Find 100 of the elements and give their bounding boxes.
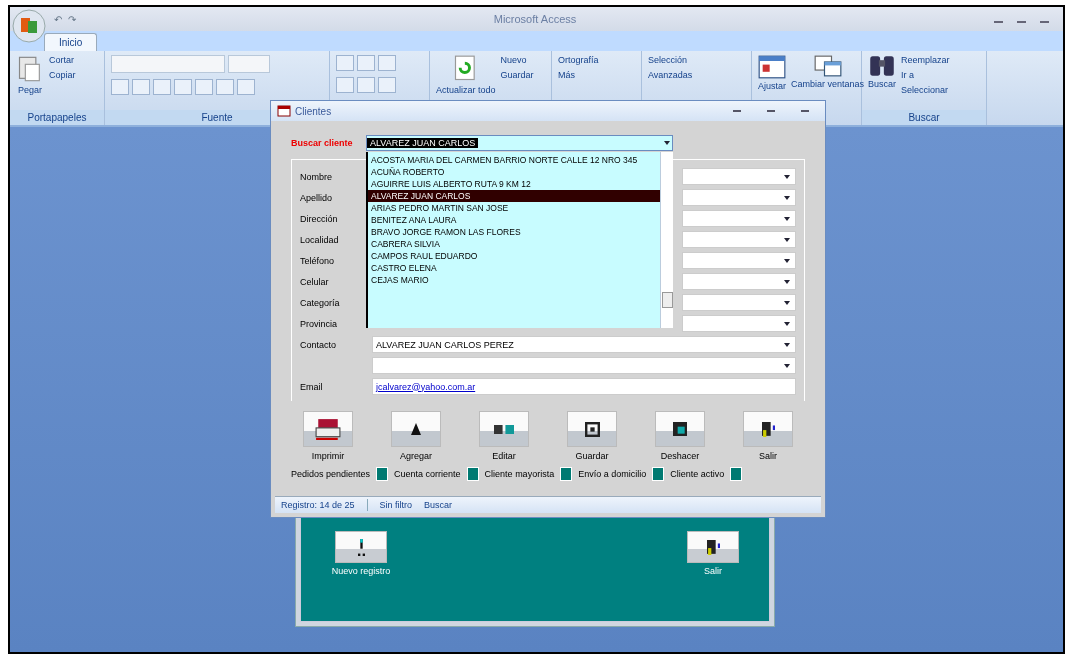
- font-size-field[interactable]: [228, 55, 270, 73]
- format-button[interactable]: [153, 79, 171, 95]
- format-button[interactable]: [237, 79, 255, 95]
- button-label: Deshacer: [660, 451, 700, 461]
- search-combo[interactable]: ALVAREZ JUAN CARLOS: [366, 135, 673, 151]
- list-item[interactable]: ACUÑA ROBERTO: [368, 166, 660, 178]
- ribbon-button[interactable]: Copiar: [49, 70, 76, 80]
- ribbon-button[interactable]: Ir a: [901, 70, 950, 80]
- align-button[interactable]: [336, 55, 354, 71]
- input-field[interactable]: [682, 252, 796, 269]
- align-button[interactable]: [336, 77, 354, 93]
- dropdown-arrow-icon[interactable]: [784, 321, 790, 326]
- form-button[interactable]: [479, 411, 529, 447]
- align-button[interactable]: [378, 77, 396, 93]
- dropdown-arrow-icon[interactable]: [784, 258, 790, 263]
- format-button[interactable]: [216, 79, 234, 95]
- ribbon-button[interactable]: Reemplazar: [901, 55, 950, 65]
- list-item[interactable]: CAMPOS RAUL EDUARDO: [368, 250, 660, 262]
- ribbon-button[interactable]: Ortografía: [558, 55, 599, 65]
- ribbon-tab[interactable]: Inicio: [44, 33, 98, 51]
- list-item[interactable]: BRAVO JORGE RAMON LAS FLORES: [368, 226, 660, 238]
- field-label: Localidad: [300, 234, 340, 245]
- ribbon-button[interactable]: Actualizar todo: [436, 85, 496, 95]
- dropdown-arrow-icon[interactable]: [664, 141, 670, 145]
- combo-field[interactable]: ALVAREZ JUAN CARLOS PEREZ: [372, 336, 796, 353]
- checkbox[interactable]: [730, 467, 743, 481]
- format-button[interactable]: [111, 79, 129, 95]
- input-field[interactable]: [682, 189, 796, 206]
- format-button[interactable]: [132, 79, 150, 95]
- dropdown-arrow-icon[interactable]: [784, 174, 790, 179]
- form-button[interactable]: [687, 531, 739, 563]
- group-label: Portapapeles: [10, 110, 104, 125]
- form-icon: [277, 105, 291, 117]
- record-navigator[interactable]: Registro: 14 de 25: [281, 500, 355, 510]
- list-item[interactable]: CASTRO ELENA: [368, 262, 660, 274]
- toolbar-button[interactable]: ↶: [54, 13, 62, 25]
- search-box[interactable]: Buscar: [424, 500, 453, 510]
- combo-field[interactable]: [372, 357, 796, 374]
- ribbon-button[interactable]: Avanzadas: [648, 70, 693, 80]
- checkbox-label: Cuenta corriente: [394, 469, 461, 479]
- format-button[interactable]: [174, 79, 192, 95]
- ribbon-button[interactable]: Pegar: [18, 85, 42, 95]
- group-label: Buscar: [862, 110, 986, 125]
- checkbox[interactable]: [466, 467, 479, 481]
- ribbon-button[interactable]: Selección: [648, 55, 693, 65]
- button-label: Agregar: [400, 451, 432, 461]
- dropdown-arrow-icon[interactable]: [784, 363, 790, 368]
- form-button[interactable]: [567, 411, 617, 447]
- checkbox-label: Pedidos pendientes: [291, 469, 371, 479]
- input-field[interactable]: [682, 231, 796, 248]
- list-item[interactable]: ACOSTA MARIA DEL CARMEN BARRIO NORTE CALLE 12 NRO 345: [368, 154, 660, 166]
- list-item[interactable]: AGUIRRE LUIS ALBERTO RUTA 9 KM 12: [368, 178, 660, 190]
- dropdown-arrow-icon[interactable]: [784, 216, 790, 221]
- ribbon-button[interactable]: Cambiar ventanas: [791, 79, 865, 89]
- form-button[interactable]: [743, 411, 793, 447]
- input-field[interactable]: [682, 210, 796, 227]
- dropdown-list[interactable]: [366, 152, 673, 328]
- dropdown-arrow-icon[interactable]: [784, 279, 790, 284]
- form-button[interactable]: [655, 411, 705, 447]
- input-field[interactable]: [682, 315, 796, 332]
- font-field[interactable]: [111, 55, 225, 73]
- dropdown-arrow-icon[interactable]: [784, 237, 790, 242]
- email-link[interactable]: jcalvarez@yahoo.com.ar: [376, 381, 476, 392]
- list-item[interactable]: ALVAREZ JUAN CARLOS: [368, 190, 660, 202]
- checkbox[interactable]: [560, 467, 573, 481]
- scrollbar-thumb[interactable]: [662, 292, 673, 308]
- button-label: Nuevo registro: [331, 566, 391, 576]
- input-field[interactable]: [682, 273, 796, 290]
- align-button[interactable]: [378, 55, 396, 71]
- form-icon: [758, 55, 786, 79]
- input-field[interactable]: [682, 294, 796, 311]
- form-button[interactable]: [303, 411, 353, 447]
- input-field[interactable]: jcalvarez@yahoo.com.ar: [372, 378, 796, 395]
- minimize-button[interactable]: [994, 21, 1003, 23]
- checkbox[interactable]: [652, 467, 665, 481]
- align-button[interactable]: [357, 55, 375, 71]
- button-label: Imprimir: [311, 451, 345, 461]
- ribbon-button[interactable]: Más: [558, 70, 599, 80]
- dropdown-arrow-icon[interactable]: [784, 342, 790, 347]
- ribbon-button[interactable]: Ajustar: [758, 81, 786, 91]
- list-item[interactable]: CABRERA SILVIA: [368, 238, 660, 250]
- form-button[interactable]: [391, 411, 441, 447]
- minimize-button[interactable]: [733, 110, 741, 112]
- ribbon-button[interactable]: Cortar: [49, 55, 76, 65]
- dropdown-arrow-icon[interactable]: [784, 300, 790, 305]
- dropdown-arrow-icon[interactable]: [784, 195, 790, 200]
- list-item[interactable]: CEJAS MARIO: [368, 274, 660, 286]
- ribbon-button[interactable]: Seleccionar: [901, 85, 950, 95]
- list-item[interactable]: BENITEZ ANA LAURA: [368, 214, 660, 226]
- ribbon-button[interactable]: Buscar: [868, 79, 896, 89]
- binoculars-icon: [869, 55, 895, 77]
- list-item[interactable]: ARIAS PEDRO MARTIN SAN JOSE: [368, 202, 660, 214]
- ribbon-button[interactable]: Nuevo: [500, 55, 534, 65]
- align-button[interactable]: [357, 77, 375, 93]
- toolbar-button[interactable]: ↷: [68, 13, 76, 25]
- checkbox[interactable]: [376, 467, 389, 481]
- ribbon-button[interactable]: Guardar: [500, 70, 534, 80]
- input-field[interactable]: [682, 168, 796, 185]
- format-button[interactable]: [195, 79, 213, 95]
- filter-status[interactable]: Sin filtro: [379, 500, 413, 510]
